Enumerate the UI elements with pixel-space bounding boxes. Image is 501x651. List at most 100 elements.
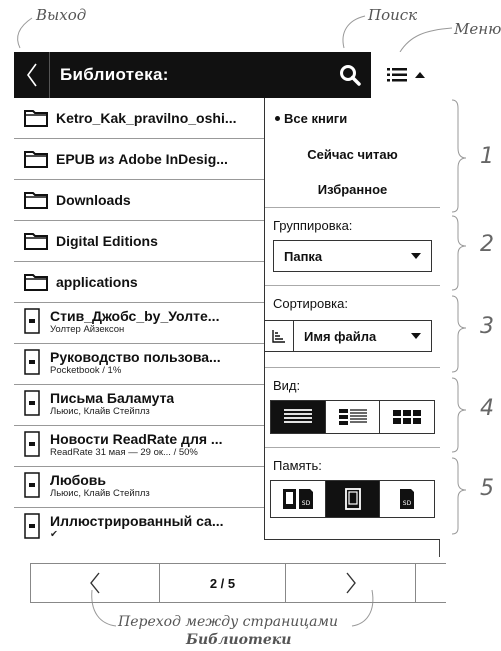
filter-all-label: Все книги bbox=[284, 110, 348, 126]
book-row[interactable]: Иллюстрированный са... ✔ bbox=[14, 508, 264, 549]
sd-card-icon: SD bbox=[400, 489, 415, 509]
next-page-button[interactable] bbox=[286, 564, 416, 602]
book-subtitle: Уолтер Айзексон bbox=[50, 324, 125, 335]
folder-icon bbox=[24, 233, 48, 250]
view-label: Вид: bbox=[273, 378, 301, 393]
caret-down-icon bbox=[411, 333, 421, 339]
callout-number-5: 5 bbox=[480, 476, 494, 501]
folder-name: Ketro_Kak_pravilno_oshi... bbox=[56, 110, 237, 126]
callout-number-3: 3 bbox=[480, 314, 494, 339]
book-title: Любовь bbox=[50, 472, 107, 488]
page-indicator: 2 / 5 bbox=[160, 564, 286, 602]
folder-name: EPUB из Adobe InDesig... bbox=[56, 151, 228, 167]
details-view-icon bbox=[338, 409, 367, 425]
sorting-section: Сортировка: Имя файла bbox=[265, 286, 440, 368]
folder-icon bbox=[24, 192, 48, 209]
book-title: Иллюстрированный са... bbox=[50, 513, 224, 529]
callout-number-2: 2 bbox=[480, 232, 494, 257]
list-view-icon bbox=[283, 409, 312, 423]
book-subtitle: Льюис, Клайв Стейплз bbox=[50, 406, 150, 417]
device-icon bbox=[344, 488, 361, 510]
book-icon bbox=[24, 308, 40, 334]
filter-favorites[interactable]: Избранное bbox=[265, 172, 440, 208]
list-menu-icon bbox=[386, 68, 407, 82]
folder-icon bbox=[24, 274, 48, 291]
book-title: Новости ReadRate для ... bbox=[50, 431, 223, 447]
menu-button[interactable] bbox=[370, 52, 440, 98]
memory-selector: SD SD bbox=[270, 480, 435, 518]
book-icon bbox=[24, 390, 40, 416]
book-subtitle: ReadRate 31 мая — 29 ок... / 50% bbox=[50, 447, 198, 458]
pager-callout-line1: Переход между страницами bbox=[118, 614, 339, 630]
back-button[interactable] bbox=[14, 52, 50, 98]
sort-ascending-icon bbox=[272, 330, 285, 343]
grouping-section: Группировка: Папка bbox=[265, 208, 440, 286]
memory-internal-button[interactable] bbox=[325, 481, 381, 517]
sorting-value: Имя файла bbox=[304, 328, 377, 344]
caret-down-icon bbox=[411, 253, 421, 259]
book-row[interactable]: Стив_Джобс_by_Уолте... Уолтер Айзексон bbox=[14, 303, 264, 344]
book-icon bbox=[24, 513, 40, 539]
view-details-button[interactable] bbox=[326, 401, 381, 433]
book-row[interactable]: Новости ReadRate для ... ReadRate 31 мая… bbox=[14, 426, 264, 467]
book-icon bbox=[24, 431, 40, 457]
folder-row[interactable]: Downloads bbox=[14, 180, 264, 221]
folder-row[interactable]: applications bbox=[14, 262, 264, 303]
menu-callout: Меню bbox=[454, 20, 501, 38]
view-mode-selector bbox=[270, 400, 435, 434]
book-read-check: ✔ bbox=[50, 529, 58, 540]
book-icon bbox=[24, 349, 40, 375]
book-title: Руководство пользова... bbox=[50, 349, 221, 365]
folder-row[interactable]: Digital Editions bbox=[14, 221, 264, 262]
view-list-button[interactable] bbox=[271, 401, 326, 433]
page-title: Библиотека: bbox=[60, 65, 169, 84]
book-title: Письма Баламута bbox=[50, 390, 175, 406]
library-menu-panel: Все книги Сейчас читаю Избранное Группир… bbox=[264, 98, 440, 540]
view-section: Вид: bbox=[265, 368, 440, 448]
svg-text:SD: SD bbox=[403, 500, 412, 507]
search-button[interactable] bbox=[331, 52, 369, 98]
book-row[interactable]: Любовь Льюис, Клайв Стейплз bbox=[14, 467, 264, 508]
page-number: 2 / 5 bbox=[209, 575, 236, 591]
memory-all-button[interactable]: SD bbox=[271, 481, 326, 517]
book-row[interactable]: Письма Баламута Льюис, Клайв Стейплз bbox=[14, 385, 264, 426]
view-grid-button[interactable] bbox=[380, 401, 434, 433]
folder-row[interactable]: Ketro_Kak_pravilno_oshi... bbox=[14, 98, 264, 139]
grouping-select[interactable]: Папка bbox=[273, 240, 432, 272]
sort-order-button[interactable] bbox=[265, 320, 293, 352]
folder-icon bbox=[24, 151, 48, 168]
device-and-sd-icon: SD bbox=[282, 489, 313, 509]
search-callout: Поиск bbox=[368, 6, 418, 24]
book-subtitle: Льюис, Клайв Стейплз bbox=[50, 488, 150, 499]
book-icon bbox=[24, 472, 40, 498]
callout-number-1: 1 bbox=[480, 144, 494, 169]
book-row[interactable]: Руководство пользова... Pocketbook / 1% bbox=[14, 344, 264, 385]
pager-bar: 2 / 5 bbox=[30, 563, 446, 603]
sorting-select[interactable]: Имя файла bbox=[293, 320, 432, 352]
memory-section: Память: SD SD bbox=[265, 448, 440, 530]
memory-sd-button[interactable]: SD bbox=[380, 481, 434, 517]
folder-name: Digital Editions bbox=[56, 233, 158, 249]
active-dot-icon bbox=[275, 115, 280, 121]
svg-text:SD: SD bbox=[302, 500, 311, 507]
folder-row[interactable]: EPUB из Adobe InDesig... bbox=[14, 139, 264, 180]
callout-number-4: 4 bbox=[480, 396, 494, 421]
grouping-value: Папка bbox=[284, 248, 323, 264]
chevron-left-icon bbox=[90, 572, 100, 594]
caret-up-icon bbox=[414, 72, 425, 78]
sorting-label: Сортировка: bbox=[273, 296, 348, 311]
file-list: Ketro_Kak_pravilno_oshi... EPUB из Adobe… bbox=[14, 98, 264, 549]
folder-name: Downloads bbox=[56, 192, 131, 208]
top-bar: Библиотека: bbox=[14, 52, 440, 98]
grouping-label: Группировка: bbox=[273, 218, 353, 233]
filter-all-books[interactable]: Все книги bbox=[265, 100, 440, 136]
book-subtitle: Pocketbook / 1% bbox=[50, 365, 122, 376]
memory-label: Память: bbox=[273, 458, 322, 473]
folder-name: applications bbox=[56, 274, 138, 290]
search-icon bbox=[340, 65, 361, 86]
book-title: Стив_Джобс_by_Уолте... bbox=[50, 308, 220, 324]
exit-callout: Выход bbox=[36, 6, 87, 24]
filter-reading-now[interactable]: Сейчас читаю bbox=[265, 136, 440, 172]
prev-page-button[interactable] bbox=[30, 564, 160, 602]
chevron-left-icon bbox=[26, 63, 37, 87]
